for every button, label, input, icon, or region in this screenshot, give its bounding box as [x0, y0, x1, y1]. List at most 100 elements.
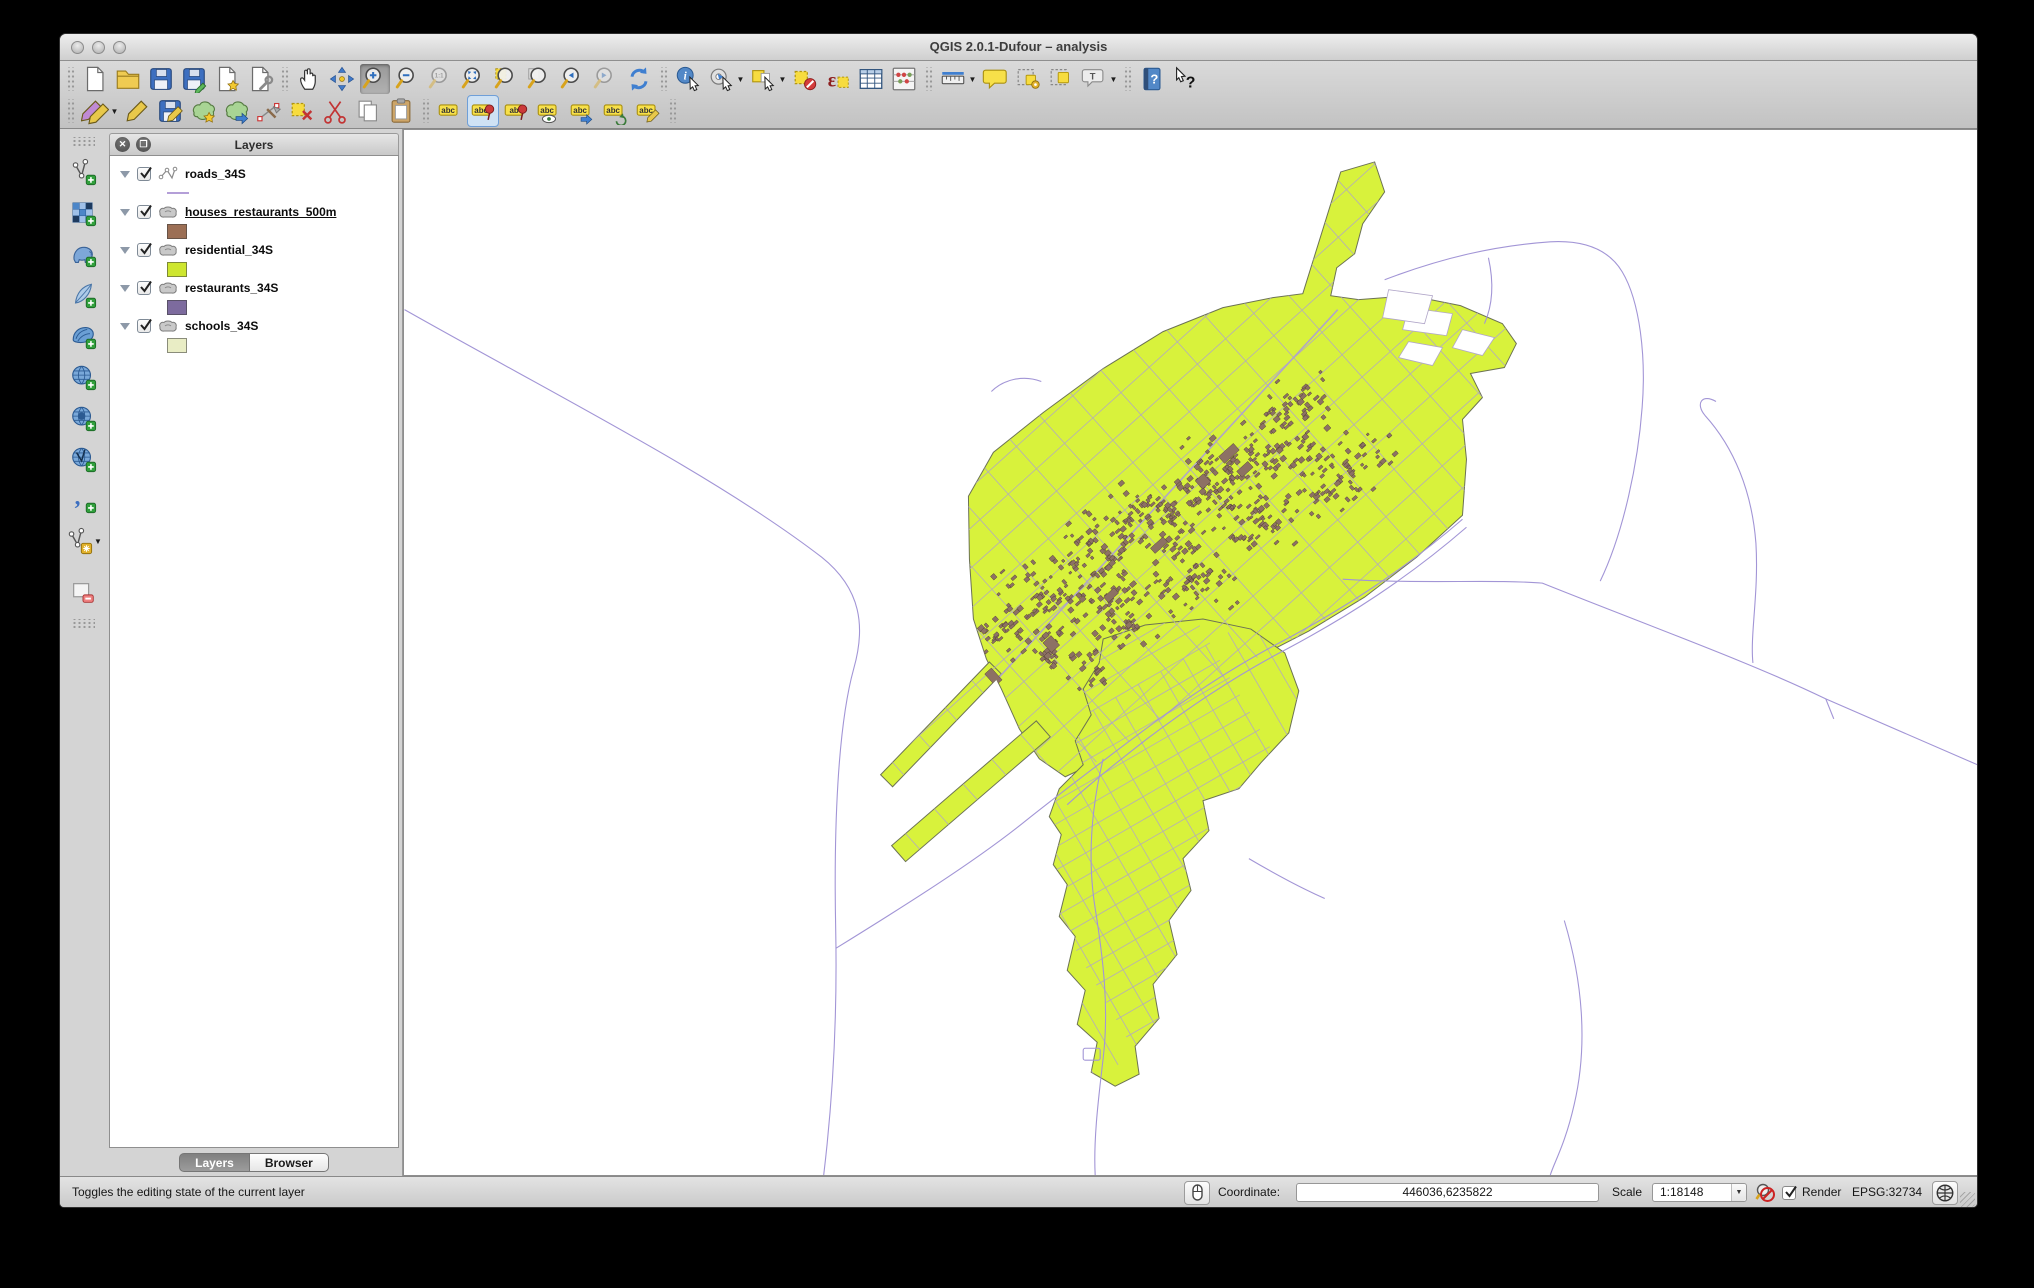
show-hide-labels-button[interactable]: abc [534, 96, 564, 126]
show-bookmarks-button[interactable] [1046, 64, 1076, 94]
whats-this-button[interactable]: ? [1170, 64, 1200, 94]
toolbar-handle[interactable] [668, 99, 677, 123]
change-label-button[interactable]: abc [633, 96, 663, 126]
map-rendering[interactable] [404, 130, 1978, 1175]
cut-features-button[interactable] [320, 96, 350, 126]
layer-visibility-checkbox[interactable] [137, 167, 151, 181]
layer-visibility-checkbox[interactable] [137, 205, 151, 219]
add-feature-button[interactable] [188, 96, 218, 126]
new-composer-button[interactable] [212, 64, 242, 94]
chevron-down-icon[interactable]: ▼ [1109, 75, 1118, 84]
layer-visibility-checkbox[interactable] [137, 243, 151, 257]
toolbar-handle[interactable] [659, 67, 668, 91]
disclosure-triangle-icon[interactable] [120, 171, 130, 178]
disclosure-triangle-icon[interactable] [120, 285, 130, 292]
tab-layers[interactable]: Layers [179, 1153, 250, 1172]
delete-selected-button[interactable] [287, 96, 317, 126]
coordinate-input[interactable]: 446036,6235822 [1296, 1183, 1599, 1202]
close-window-button[interactable] [71, 41, 84, 54]
coordinate-display-toggle-icon[interactable] [1184, 1181, 1210, 1205]
zoom-in-button[interactable] [360, 64, 390, 94]
render-checkbox[interactable] [1782, 1186, 1796, 1200]
zoom-window-button[interactable] [113, 41, 126, 54]
layer-item-houses_restaurants_500m[interactable]: houses_restaurants_500m [110, 202, 398, 240]
remove-layer-button[interactable] [68, 578, 98, 608]
disclosure-triangle-icon[interactable] [120, 209, 130, 216]
toolbar-handle[interactable] [66, 67, 75, 91]
run-feature-action-button[interactable] [706, 64, 736, 94]
panel-float-icon[interactable]: ❐ [136, 137, 151, 152]
toolbar-handle[interactable] [66, 99, 75, 123]
open-project-button[interactable] [113, 64, 143, 94]
toolbar-handle[interactable] [71, 137, 95, 146]
zoom-actual-button[interactable]: 1:1 [426, 64, 456, 94]
layer-name[interactable]: residential_34S [185, 243, 273, 257]
panel-close-icon[interactable]: ✕ [115, 137, 130, 152]
paste-features-button[interactable] [386, 96, 416, 126]
label-layer-button[interactable]: abc [435, 96, 465, 126]
layer-visibility-checkbox[interactable] [137, 319, 151, 333]
node-tool-button[interactable] [254, 96, 284, 126]
scale-combobox[interactable]: 1:18148 ▼ [1652, 1183, 1747, 1202]
chevron-down-icon[interactable]: ▼ [110, 107, 119, 116]
zoom-to-selection-button[interactable] [492, 64, 522, 94]
layer-name[interactable]: schools_34S [185, 319, 258, 333]
disclosure-triangle-icon[interactable] [120, 247, 130, 254]
minimize-window-button[interactable] [92, 41, 105, 54]
new-shapefile-layer-button[interactable] [64, 526, 94, 556]
select-by-expression-button[interactable]: ε [823, 64, 853, 94]
chevron-down-icon[interactable]: ▼ [968, 75, 977, 84]
zoom-out-button[interactable] [393, 64, 423, 94]
chevron-down-icon[interactable]: ▼ [736, 75, 745, 84]
title-bar[interactable]: QGIS 2.0.1-Dufour – analysis [60, 34, 1977, 61]
layer-item-schools_34S[interactable]: schools_34S [110, 316, 398, 354]
map-tips-button[interactable] [980, 64, 1010, 94]
open-attribute-table-button[interactable] [856, 64, 886, 94]
zoom-to-layer-button[interactable] [525, 64, 555, 94]
layer-name[interactable]: roads_34S [185, 167, 246, 181]
resize-grip[interactable] [1960, 1192, 1975, 1207]
field-calculator-button[interactable] [889, 64, 919, 94]
toolbar-handle[interactable] [1123, 67, 1132, 91]
select-features-button[interactable] [748, 64, 778, 94]
layer-name[interactable]: houses_restaurants_500m [185, 205, 336, 219]
add-raster-layer-button[interactable] [68, 198, 98, 228]
toolbar-handle[interactable] [924, 67, 933, 91]
new-bookmark-button[interactable] [1013, 64, 1043, 94]
zoom-full-button[interactable] [459, 64, 489, 94]
map-canvas[interactable] [403, 129, 1977, 1176]
text-annotation-button[interactable]: T [1079, 64, 1109, 94]
save-project-button[interactable] [146, 64, 176, 94]
render-suspend-icon[interactable] [1752, 1181, 1778, 1205]
add-wms-layer-button[interactable] [68, 362, 98, 392]
pan-map-button[interactable] [294, 64, 324, 94]
toolbar-handle[interactable] [280, 67, 289, 91]
disclosure-triangle-icon[interactable] [120, 323, 130, 330]
layer-item-residential_34S[interactable]: residential_34S [110, 240, 398, 278]
toolbar-handle[interactable] [71, 619, 95, 628]
chevron-down-icon[interactable]: ▼ [1731, 1184, 1746, 1201]
add-mssql-layer-button[interactable] [68, 321, 98, 351]
zoom-last-button[interactable] [558, 64, 588, 94]
zoom-next-button[interactable] [591, 64, 621, 94]
pan-to-selection-button[interactable] [327, 64, 357, 94]
chevron-down-icon[interactable]: ▼ [778, 75, 787, 84]
rotate-label-button[interactable]: abc [600, 96, 630, 126]
add-postgis-layer-button[interactable] [68, 239, 98, 269]
deselect-features-button[interactable] [790, 64, 820, 94]
move-feature-button[interactable] [221, 96, 251, 126]
refresh-map-button[interactable] [624, 64, 654, 94]
measure-line-button[interactable] [938, 64, 968, 94]
layer-item-restaurants_34S[interactable]: restaurants_34S [110, 278, 398, 316]
layer-name[interactable]: restaurants_34S [185, 281, 278, 295]
tab-browser[interactable]: Browser [250, 1153, 329, 1172]
add-wcs-layer-button[interactable] [68, 403, 98, 433]
chevron-down-icon[interactable]: ▼ [94, 537, 103, 546]
identify-features-button[interactable]: i [673, 64, 703, 94]
help-contents-button[interactable]: ? [1137, 64, 1167, 94]
toggle-editing-button[interactable] [122, 96, 152, 126]
copy-features-button[interactable] [353, 96, 383, 126]
add-delimited-text-layer-button[interactable]: , [68, 485, 98, 515]
layer-list[interactable]: roads_34S houses_restaurants_500m resident… [109, 155, 399, 1148]
layer-item-roads_34S[interactable]: roads_34S [110, 164, 398, 202]
